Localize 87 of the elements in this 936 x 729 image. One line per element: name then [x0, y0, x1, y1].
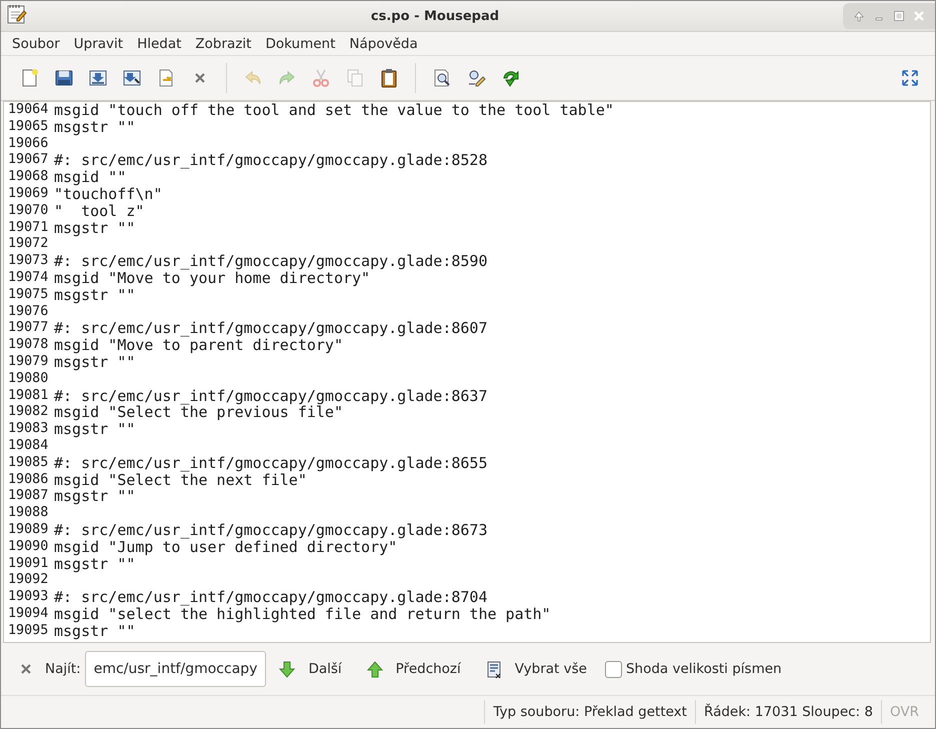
line-number: 19076: [7, 304, 50, 320]
line-number: 19069: [7, 186, 50, 203]
line-number: 19090: [7, 538, 50, 556]
line-number: 19065: [7, 118, 50, 136]
code-line: msgid "Select the next file": [54, 472, 307, 488]
code-line: #: src/emc/usr_intf/gmoccapy/gmoccapy.glade:8673: [54, 522, 488, 539]
find-bar-button[interactable]: Vybrat vše: [472, 652, 599, 686]
code-line: msgid "select the highlighted file and return the path": [54, 606, 551, 623]
line-number: 19082: [7, 404, 50, 422]
code-line: #: src/emc/usr_intf/gmoccapy/gmoccapy.glade:8607: [54, 320, 488, 338]
line-number: 19094: [7, 606, 50, 623]
window-title: cs.po - Mousepad: [370, 8, 500, 24]
line-number: 19073: [7, 253, 50, 270]
floppy-icon[interactable]: [54, 68, 74, 88]
code-line: msgid "Select the previous file": [54, 404, 343, 422]
line-number: 19068: [7, 169, 50, 186]
overwrite-indicator: OVR: [880, 700, 927, 724]
code-line: msgstr "": [54, 421, 136, 438]
page-select-icon: [484, 660, 503, 678]
code-line: #: src/emc/usr_intf/gmoccapy/gmoccapy.glade:8590: [54, 253, 488, 270]
line-number: 19066: [7, 136, 50, 152]
line-number: 19081: [7, 388, 50, 404]
up-arrow-icon[interactable]: [853, 10, 865, 22]
menu-item[interactable]: Upravit: [66, 36, 130, 52]
line-number: 19092: [7, 572, 50, 590]
find-field[interactable]: emc/usr_intf/gmoccapy: [84, 651, 266, 687]
checkbox-label[interactable]: Shoda velikosti písmen: [626, 661, 782, 677]
up-arrow-icon: [366, 660, 384, 678]
find-replace-icon[interactable]: [466, 68, 486, 88]
line-number: 19064: [7, 102, 50, 119]
code-line: msgstr "": [54, 118, 136, 136]
file-type-label: Typ souboru: Překlad gettext: [484, 700, 695, 724]
cursor-position: Řádek: 17031 Sloupec: 8: [694, 700, 881, 724]
code-line: #: src/emc/usr_intf/gmoccapy/gmoccapy.glade:8704: [54, 589, 488, 606]
maximize-icon[interactable]: [893, 10, 905, 22]
code-line: #: src/emc/usr_intf/gmoccapy/gmoccapy.glade:8655: [54, 454, 488, 472]
down-arrow-icon: [278, 660, 296, 678]
line-number: 19067: [7, 152, 50, 170]
code-line: msgstr "": [54, 286, 136, 304]
line-number: 19071: [7, 220, 50, 236]
menu-item[interactable]: Zobrazit: [188, 36, 258, 52]
code-line: #: src/emc/usr_intf/gmoccapy/gmoccapy.glade:8528: [54, 152, 488, 170]
code-line: msgid "Move to parent directory": [54, 337, 343, 354]
code-line: msgid "touch off the tool and set the value to the tool table": [54, 102, 614, 119]
line-number: 19080: [7, 370, 50, 388]
new-page-icon[interactable]: [20, 68, 40, 88]
find-label: Najít:: [45, 661, 81, 677]
line-number: 19088: [7, 505, 50, 522]
code-line: msgstr "": [54, 220, 136, 236]
line-number: 19084: [7, 438, 50, 455]
menu-item[interactable]: Hledat: [130, 36, 188, 52]
close-icon[interactable]: [19, 662, 33, 676]
fullscreen-icon[interactable]: [900, 68, 920, 88]
code-line: msgstr "": [54, 354, 136, 371]
line-number: 19070: [7, 202, 50, 220]
code-line: msgid "Jump to user defined directory": [54, 538, 398, 556]
find-bar-button[interactable]: Další: [266, 652, 354, 686]
line-number: 19093: [7, 589, 50, 606]
code-line: msgstr "": [54, 622, 136, 640]
menu-item[interactable]: Soubor: [5, 36, 67, 52]
code-line: msgstr "": [54, 488, 136, 506]
line-number: 19083: [7, 421, 50, 438]
clipboard-icon[interactable]: [379, 68, 399, 88]
line-number: 19078: [7, 337, 50, 354]
line-number: 19087: [7, 488, 50, 506]
menu-item[interactable]: Nápověda: [342, 36, 425, 52]
line-number: 19089: [7, 522, 50, 539]
search-icon[interactable]: [432, 68, 452, 88]
checkbox[interactable]: [604, 660, 622, 678]
line-number: 19077: [7, 320, 50, 338]
line-number: 19079: [7, 354, 50, 371]
code-line: #: src/emc/usr_intf/gmoccapy/gmoccapy.glade:8637: [54, 388, 488, 404]
line-number: 19074: [7, 270, 50, 287]
code-line: "touchoff\n": [54, 186, 162, 203]
find-bar-button[interactable]: Předchozí: [354, 652, 473, 686]
line-number: 19091: [7, 556, 50, 572]
menu-item[interactable]: Dokument: [258, 36, 342, 52]
line-number: 19086: [7, 472, 50, 488]
code-line: msgstr "": [54, 556, 136, 572]
code-line: msgid "": [54, 169, 126, 186]
notepad-icon: [5, 3, 27, 25]
code-line: " tool z": [54, 202, 144, 220]
line-number: 19072: [7, 236, 50, 254]
line-number: 19095: [7, 622, 50, 640]
line-number: 19075: [7, 286, 50, 304]
code-line: msgid "Move to your home directory": [54, 270, 370, 287]
line-number: 19085: [7, 454, 50, 472]
